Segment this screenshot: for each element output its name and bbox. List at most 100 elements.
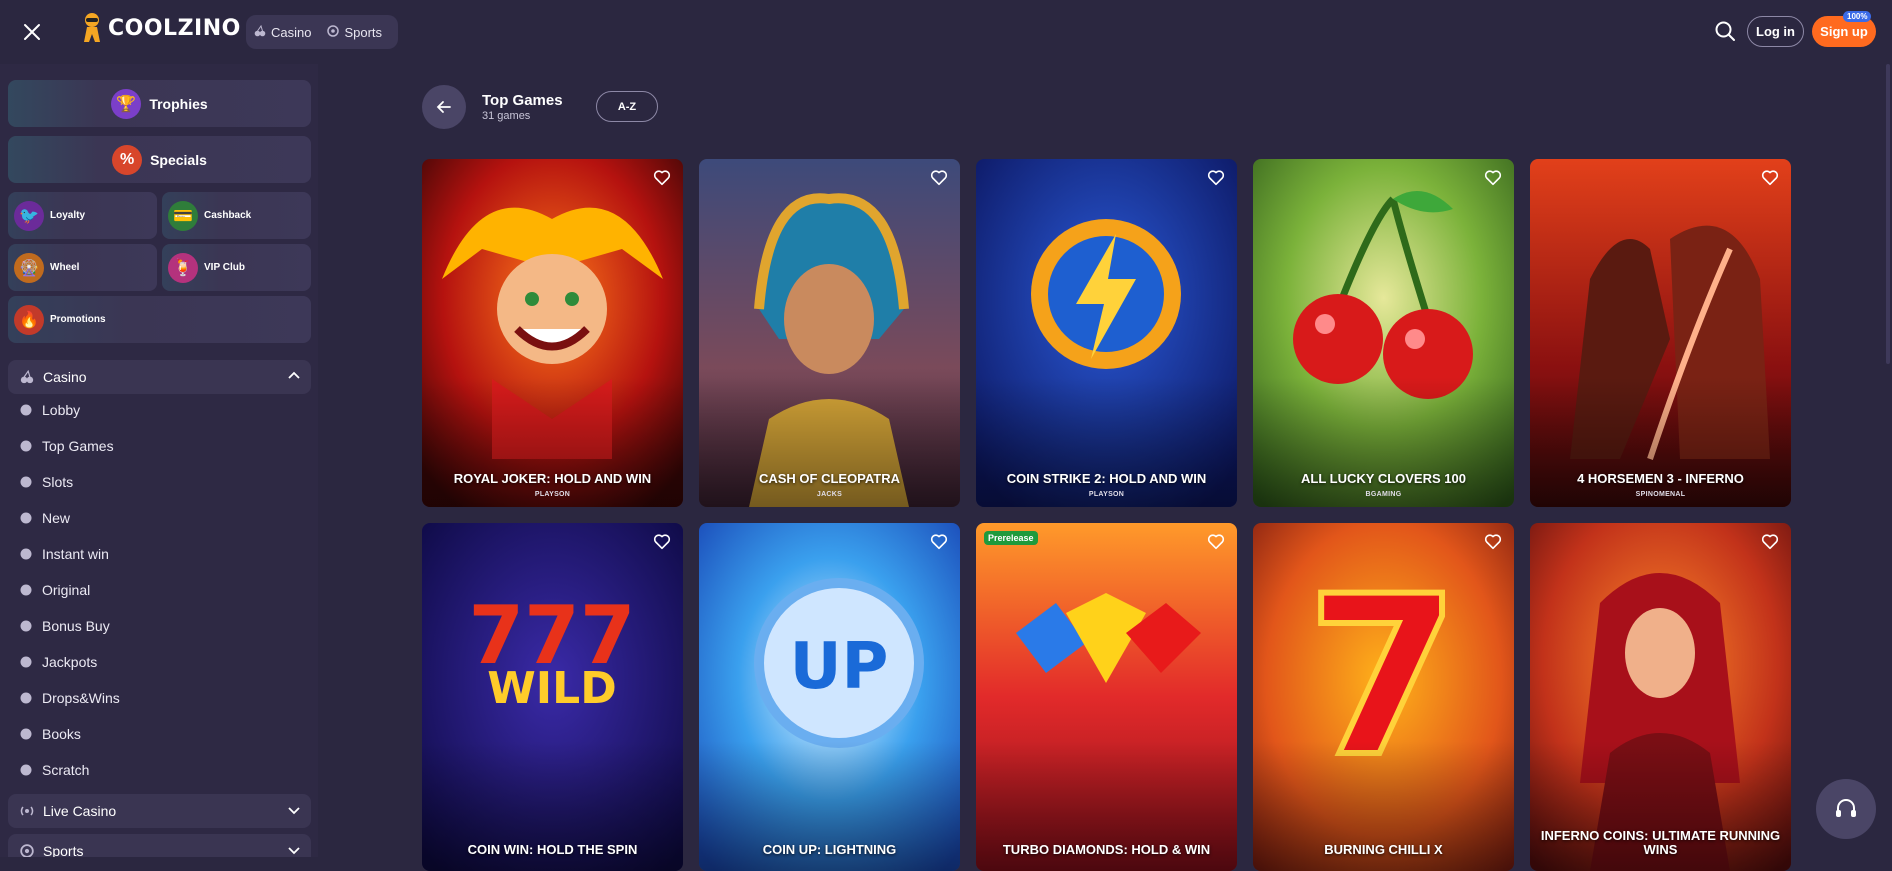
sidebar-specials[interactable]: % Specials [8,136,311,183]
sidebar-item-bonus-buy[interactable]: Bonus Buy [18,612,110,640]
close-menu-button[interactable] [18,18,46,46]
sidebar-item-label: Drops&Wins [42,690,120,706]
main-content: Top Games 31 games A-Z Royal Joker: Hold… [318,64,1892,871]
game-provider: SPINOMENAL [1635,491,1686,498]
favorite-button[interactable] [1761,533,1781,553]
games-count: 31 games [482,110,531,122]
game-card[interactable]: 777 WILD Coin Win: Hold The Spin [422,523,683,871]
nav-casino-label: Casino [271,24,312,40]
chevron-up-icon [287,369,301,386]
sidebar-item-label: Lobby [42,402,81,418]
sidebar-item-instant-win[interactable]: Instant win [18,540,109,568]
game-card[interactable]: Prerelease Turbo Diamonds: Hold & Win [976,523,1237,871]
svg-text:WILD: WILD [487,663,616,714]
nav-casino[interactable]: Casino [254,24,312,40]
live-casino-section-toggle[interactable]: Live Casino [8,794,311,828]
sidebar-item-scratch[interactable]: Scratch [18,756,89,784]
favorite-button[interactable] [1761,169,1781,189]
heart-icon [1761,170,1779,186]
game-card[interactable]: Coin Strike 2: Hold and Win PLAYSON [976,159,1237,507]
sidebar-trophies[interactable]: 🏆 Trophies [8,80,311,127]
trophies-label: Trophies [149,95,208,112]
arrow-left-icon [436,101,451,113]
support-chat-button[interactable] [1816,779,1876,839]
card-shade [1530,377,1791,507]
sidebar-item-label: Books [42,726,81,742]
login-button[interactable]: Log in [1747,16,1804,47]
percent-icon: % [112,144,143,175]
promotions-label: Promotions [50,314,106,325]
favorite-button[interactable] [1207,169,1227,189]
sidebar-item-lobby[interactable]: Lobby [18,396,80,424]
heart-icon [930,170,948,186]
nav-sports-label: Sports [344,24,383,40]
sidebar-item-label: Top Games [42,438,114,454]
sidebar-loyalty[interactable]: 🐦 Loyalty [8,192,157,239]
favorite-button[interactable] [930,169,950,189]
sidebar-item-new[interactable]: New [18,504,70,532]
cherry-icon [19,369,35,385]
game-card[interactable]: Cash of Cleopatra JACKS [699,159,960,507]
bird-icon: 🐦 [14,200,44,231]
ball-icon [327,24,340,40]
favorite-button[interactable] [653,169,673,189]
sidebar-item-original[interactable]: Original [18,576,90,604]
game-card[interactable]: Inferno Coins: Ultimate Running Wins [1530,523,1791,871]
wheel-label: Wheel [50,262,80,273]
game-title: Coin Up: Lightning [762,842,897,857]
chevron-down-icon [287,843,301,858]
game-provider: PLAYSON [1088,491,1125,498]
game-title: All Lucky Clovers 100 [1301,471,1466,486]
nav-sports[interactable]: Sports [327,25,382,40]
favorite-button[interactable] [1207,533,1227,553]
game-card[interactable]: 4 Horsemen 3 - Inferno SPINOMENAL [1530,159,1791,507]
sidebar-vip-club[interactable]: 🍹 VIP Club [162,244,311,291]
sidebar-item-books[interactable]: Books [18,720,81,748]
chevron-down-icon [287,803,301,820]
sidebar-item-label: Bonus Buy [42,618,110,634]
logo[interactable]: COOLZINO [78,12,241,44]
sidebar-item-label: Slots [42,474,74,490]
sort-az-button[interactable]: A-Z [596,91,658,122]
slot-icon [18,474,34,490]
sidebar-item-jackpots[interactable]: Jackpots [18,648,97,676]
game-provider: JACKS [816,491,843,498]
sidebar-item-drops-wins[interactable]: Drops&Wins [18,684,120,712]
rocket-icon [18,582,34,598]
trophy-icon: 🏆 [111,88,142,119]
page-title: Top Games [482,92,563,109]
heart-icon [930,534,948,550]
flame-icon [18,438,34,454]
headset-icon [1836,799,1856,817]
game-title: 4 Horsemen 3 - Inferno [1577,471,1744,486]
back-button[interactable] [422,85,466,129]
sidebar-item-slots[interactable]: Slots [18,468,73,496]
heart-icon [1207,170,1225,186]
card-shade [422,377,683,507]
prerelease-badge: Prerelease [984,531,1038,545]
game-title: Burning Chilli X [1324,842,1443,857]
vip-club-label: VIP Club [204,262,245,273]
game-title: Inferno Coins: Ultimate Running Wins [1540,828,1781,857]
sidebar-item-top-games[interactable]: Top Games [18,432,114,460]
game-card[interactable]: Royal Joker: Hold and Win PLAYSON [422,159,683,507]
game-title: Coin Strike 2: Hold and Win [1006,471,1207,486]
search-button[interactable] [1714,20,1738,44]
game-card[interactable]: UP Coin Up: Lightning [699,523,960,871]
loyalty-label: Loyalty [50,210,86,221]
sidebar-cashback[interactable]: 💳 Cashback [162,192,311,239]
game-card[interactable]: All Lucky Clovers 100 BGAMING [1253,159,1514,507]
sidebar-wheel[interactable]: 🎡 Wheel [8,244,157,291]
sidebar-promotions[interactable]: 🔥 Promotions [8,296,311,343]
favorite-button[interactable] [1484,533,1504,553]
wheel-icon: 🎡 [14,252,44,283]
game-card[interactable]: 7 Burning Chilli X [1253,523,1514,871]
favorite-button[interactable] [930,533,950,553]
fire-icon: 🔥 [14,304,44,335]
casino-section-toggle[interactable]: Casino [8,360,311,394]
scrollbar[interactable] [1886,64,1890,364]
favorite-button[interactable] [653,533,673,553]
sports-section-toggle[interactable]: Sports [8,834,311,857]
live-icon [19,803,35,819]
favorite-button[interactable] [1484,169,1504,189]
